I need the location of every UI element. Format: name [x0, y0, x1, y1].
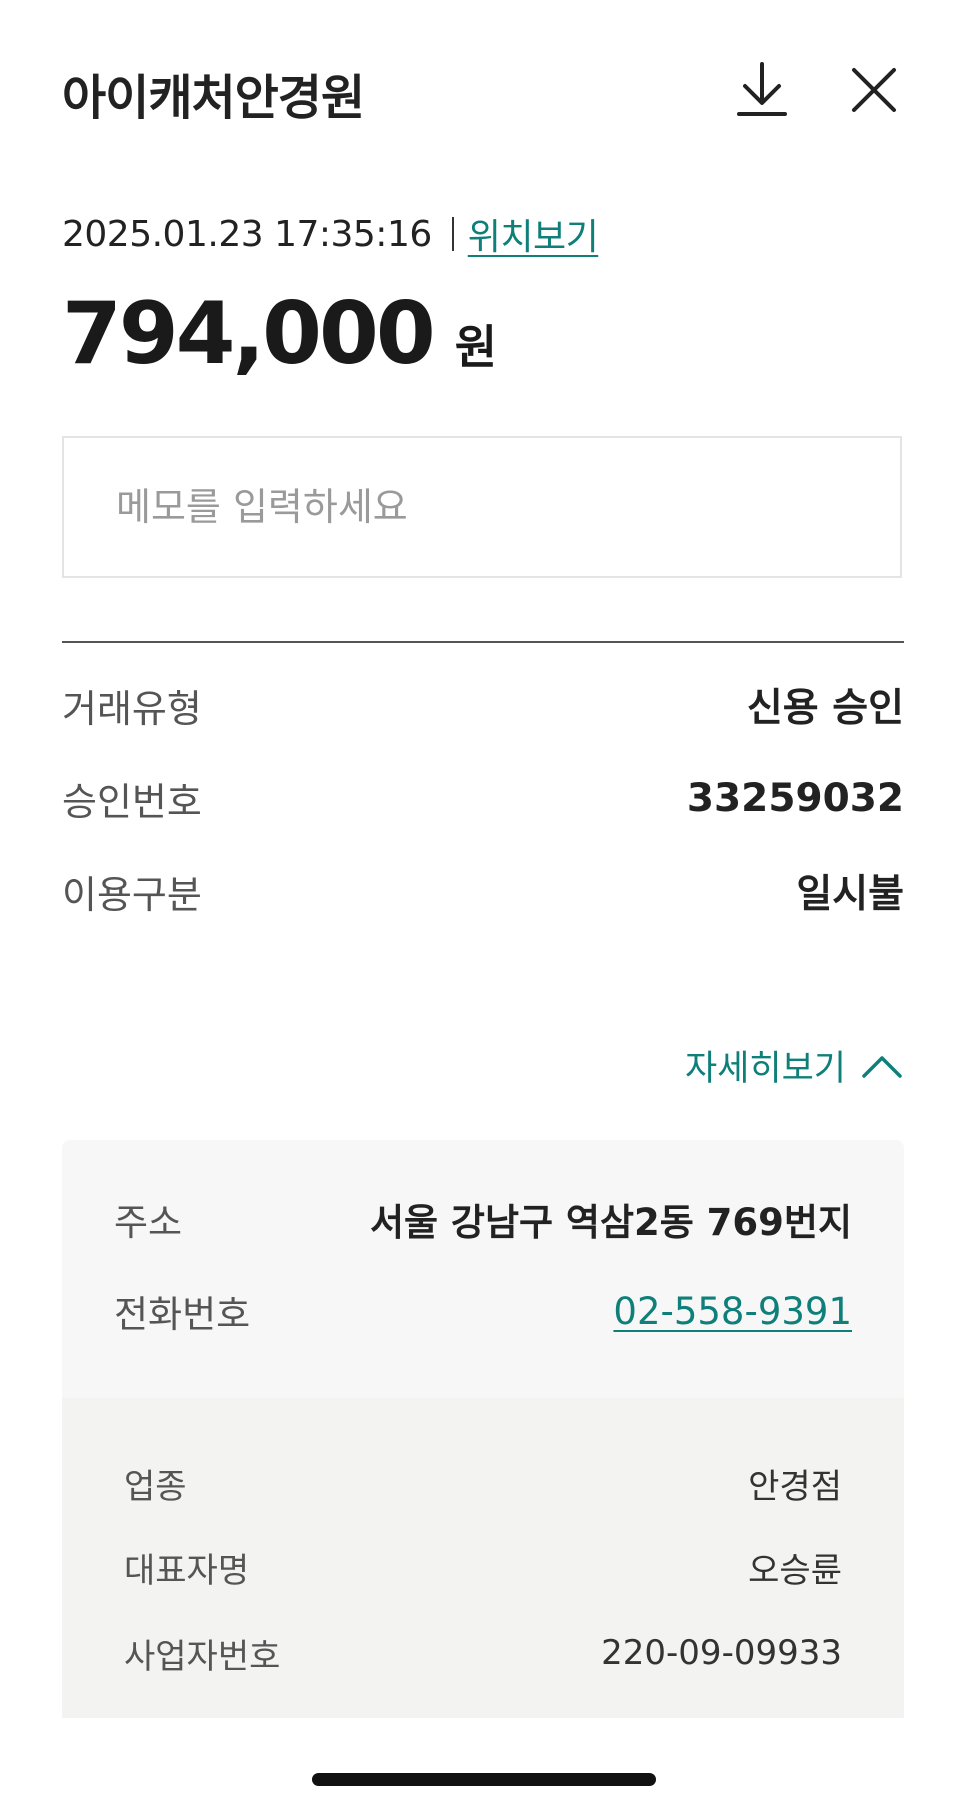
close-button[interactable]	[842, 58, 906, 122]
memo-input[interactable]	[116, 438, 876, 576]
transaction-datetime-row: 2025.01.23 17:35:16 위치보기	[62, 208, 599, 260]
transaction-type-label: 거래유형	[62, 686, 202, 731]
usage-type-label: 이용구분	[62, 872, 202, 917]
store-info-panel: 주소 서울 강남구 역삼2동 769번지 전화번호 02-558-9391	[62, 1140, 904, 1398]
download-icon	[737, 62, 787, 116]
transaction-amount: 794,000 원	[62, 284, 497, 384]
usage-type-row: 이용구분 일시불	[62, 866, 904, 917]
transaction-type-row: 거래유형 신용 승인	[62, 680, 904, 731]
business-number-label: 사업자번호	[124, 1636, 281, 1677]
amount-value: 794,000	[62, 284, 436, 384]
representative-value: 오승륜	[748, 1550, 842, 1591]
representative-label: 대표자명	[124, 1550, 250, 1591]
transaction-type-value: 신용 승인	[746, 686, 904, 731]
merchant-name: 아이캐처안경원	[62, 70, 365, 126]
close-icon	[852, 68, 896, 112]
phone-row: 전화번호 02-558-9391	[114, 1286, 852, 1337]
business-category-row: 업종 안경점	[124, 1460, 842, 1507]
business-info-panel: 업종 안경점 대표자명 오승륜 사업자번호 220-09-09933	[62, 1398, 904, 1718]
memo-box	[62, 436, 902, 578]
amount-unit: 원	[454, 320, 498, 374]
representative-row: 대표자명 오승륜	[124, 1544, 842, 1591]
detail-toggle-label: 자세히보기	[684, 1049, 846, 1089]
transaction-datetime: 2025.01.23 17:35:16	[62, 213, 432, 255]
home-indicator[interactable]	[312, 1773, 656, 1786]
address-row: 주소 서울 강남구 역삼2동 769번지	[114, 1194, 852, 1244]
section-divider	[62, 641, 904, 643]
view-location-link[interactable]: 위치보기	[468, 208, 599, 260]
approval-number-label: 승인번호	[62, 779, 202, 824]
separator	[451, 217, 454, 251]
chevron-up-icon	[862, 1055, 902, 1078]
phone-number-link[interactable]: 02-558-9391	[613, 1290, 852, 1333]
phone-label: 전화번호	[114, 1293, 251, 1336]
address-value: 서울 강남구 역삼2동 769번지	[369, 1201, 852, 1244]
business-category-label: 업종	[124, 1466, 187, 1507]
address-label: 주소	[114, 1201, 183, 1244]
approval-number-row: 승인번호 33259032	[62, 773, 904, 824]
usage-type-value: 일시불	[796, 872, 904, 917]
business-number-row: 사업자번호 220-09-09933	[124, 1630, 842, 1677]
business-category-value: 안경점	[748, 1466, 842, 1507]
business-number-value: 220-09-09933	[601, 1633, 842, 1673]
approval-number-value: 33259032	[686, 775, 904, 821]
download-button[interactable]	[730, 58, 794, 122]
detail-toggle-button[interactable]: 자세히보기	[685, 1040, 904, 1091]
